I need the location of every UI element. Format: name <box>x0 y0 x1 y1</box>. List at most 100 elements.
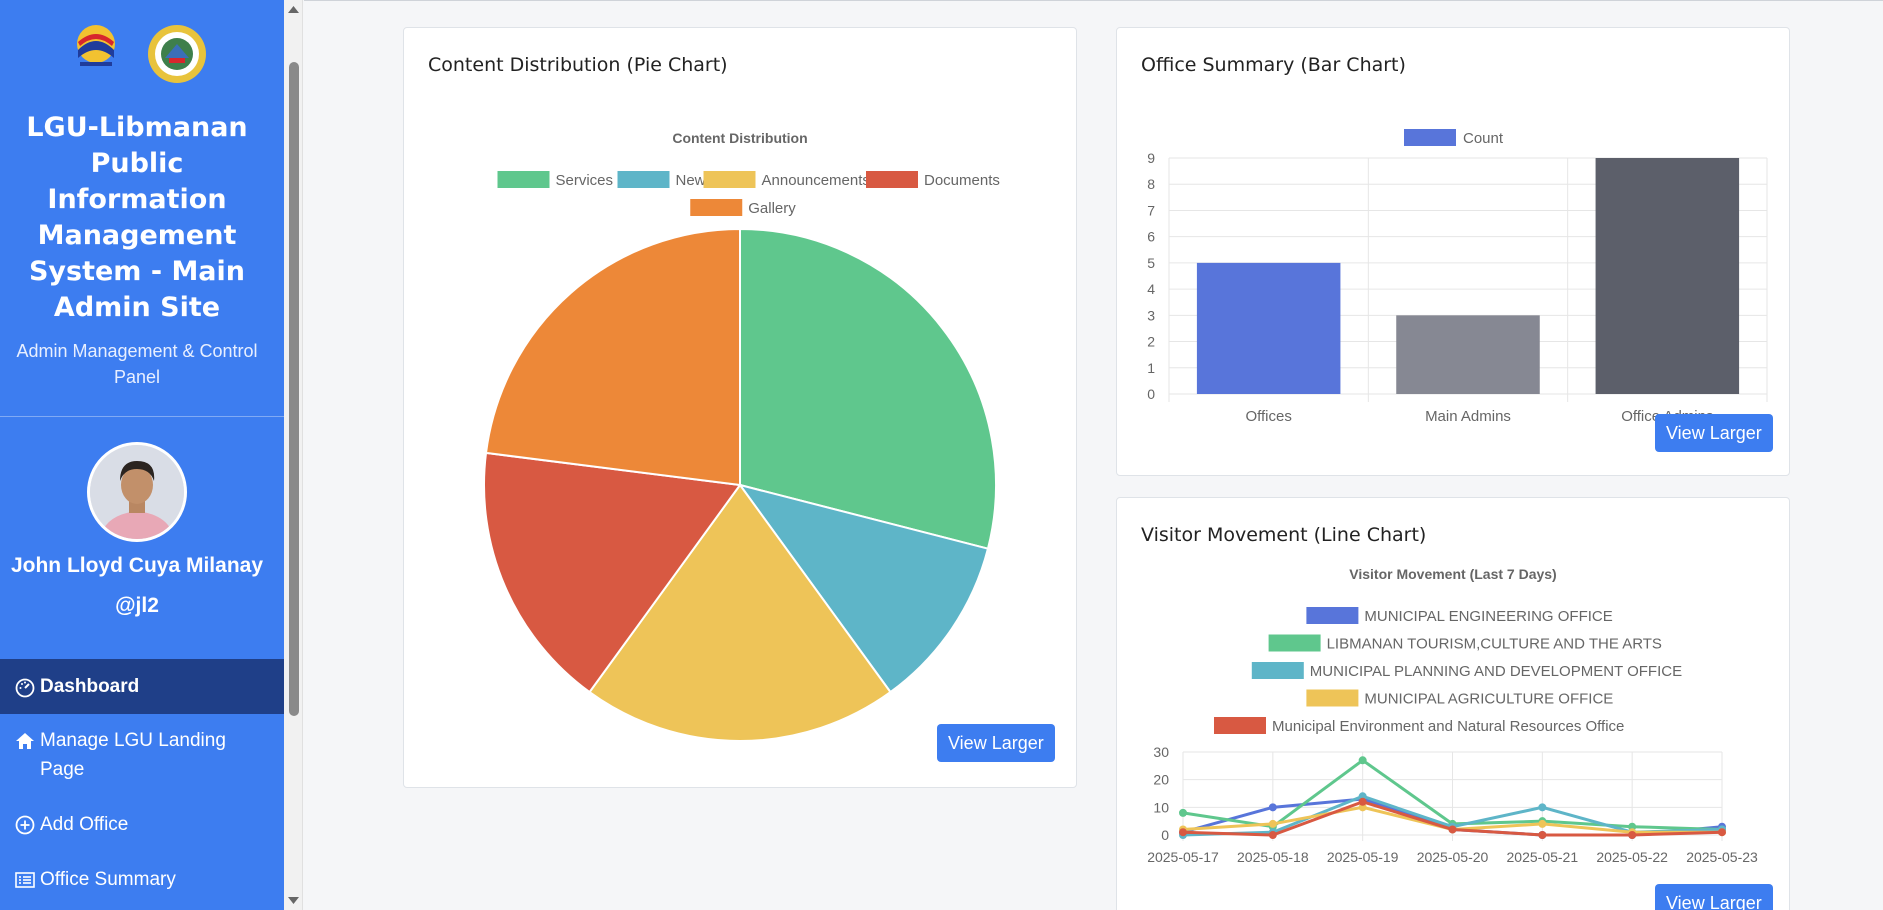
data-point <box>1179 808 1187 817</box>
view-larger-pie-button[interactable]: View Larger <box>937 724 1055 762</box>
bar <box>1196 262 1341 394</box>
scroll-up-arrow-icon[interactable] <box>287 4 300 14</box>
y-tick-label: 0 <box>1147 386 1155 402</box>
y-tick-label: 3 <box>1147 307 1155 323</box>
legend-swatch <box>1306 607 1359 624</box>
scroll-down-arrow-icon[interactable] <box>287 896 300 906</box>
legend-label: Documents <box>924 172 1000 189</box>
legend-swatch <box>1306 689 1359 707</box>
y-tick-label: 9 <box>1147 150 1155 166</box>
y-tick-label: 7 <box>1147 202 1155 218</box>
plus-circle-icon <box>15 815 35 834</box>
sidebar-item-add-office[interactable]: Add Office <box>0 797 284 852</box>
sidebar-item-manage-landing[interactable]: Manage LGU Landing Page <box>0 714 284 797</box>
x-tick-label: Main Admins <box>1425 408 1511 425</box>
card-title: Content Distribution (Pie Chart) <box>428 54 728 76</box>
office-summary-card: Office Summary (Bar Chart) Count 0 1 2 3 4 5 6 7… <box>1116 27 1790 476</box>
data-point <box>1628 831 1637 839</box>
pie-slice <box>484 227 741 487</box>
visitor-movement-card: Visitor Movement (Line Chart) Visitor Mo… <box>1116 497 1790 910</box>
x-tick-label: 2025-05-22 <box>1596 849 1668 865</box>
bagong-pilipinas-logo <box>77 25 115 66</box>
x-tick-label: Offices <box>1245 408 1291 425</box>
pie-chart: Content DistributionServices News Announce… <box>483 130 1000 742</box>
sidebar-nav: Dashboard Manage LGU Landing Page Add Of… <box>0 659 284 907</box>
user-name: John Lloyd Cuya Milanay <box>10 554 264 577</box>
home-icon <box>16 733 34 749</box>
x-tick-label: 2025-05-23 <box>1686 849 1758 865</box>
site-subtitle: Admin Management & Control Panel <box>16 341 258 387</box>
y-tick-label: 30 <box>1153 744 1169 760</box>
x-tick-label: 2025-05-21 <box>1507 849 1579 865</box>
legend-label: MUNICIPAL ENGINEERING OFFICE <box>1364 608 1612 625</box>
legend-swatch <box>497 171 550 188</box>
municipal-seal-logo <box>148 25 206 83</box>
y-tick-label: 5 <box>1147 255 1155 271</box>
data-point <box>1538 803 1547 812</box>
user-handle: @jl2 <box>115 594 159 617</box>
y-tick-label: 8 <box>1147 176 1155 192</box>
line-chart: Visitor Movement (Last 7 Days) MUNICIPAL … <box>1147 568 1758 865</box>
sidebar-item-label: Manage LGU Landing Page <box>40 730 226 780</box>
sidebar: LGU-Libmanan Public Information Manageme… <box>0 0 284 910</box>
chart-title: Visitor Movement (Last 7 Days) <box>1349 568 1556 582</box>
legend-label: Count <box>1463 130 1504 147</box>
legend-label: LIBMANAN TOURISM,CULTURE AND THE ARTS <box>1327 636 1662 653</box>
legend-label: MUNICIPAL AGRICULTURE OFFICE <box>1364 691 1613 708</box>
legend-label: MUNICIPAL PLANNING AND DEVELOPMENT OFFIC… <box>1310 663 1682 680</box>
view-larger-bar-button[interactable]: View Larger <box>1655 414 1773 452</box>
sidebar-divider <box>0 416 284 417</box>
y-tick-label: 1 <box>1147 360 1155 376</box>
content-distribution-card: Content Distribution (Pie Chart) Content… <box>403 27 1077 788</box>
legend-swatch <box>1214 717 1266 734</box>
data-point <box>1538 831 1547 839</box>
avatar <box>87 442 187 542</box>
data-point <box>1358 756 1367 765</box>
data-point <box>1268 803 1277 812</box>
data-point <box>1448 825 1457 834</box>
logo-group <box>0 12 284 83</box>
legend-swatch <box>703 171 756 188</box>
list-icon <box>15 871 35 888</box>
sidebar-item-dashboard[interactable]: Dashboard <box>0 659 284 714</box>
y-tick-label: 2 <box>1147 334 1155 350</box>
sidebar-item-label: Dashboard <box>40 676 140 697</box>
x-tick-label: 2025-05-18 <box>1237 849 1309 865</box>
sidebar-scrollbar[interactable] <box>284 0 303 910</box>
y-tick-label: 10 <box>1153 799 1169 815</box>
y-tick-label: 0 <box>1161 827 1169 843</box>
data-point <box>1538 819 1547 828</box>
sidebar-item-label: Office Summary <box>40 869 176 890</box>
y-tick-label: 4 <box>1147 281 1155 297</box>
x-tick-label: 2025-05-20 <box>1417 849 1489 865</box>
x-tick-label: 2025-05-19 <box>1327 849 1399 865</box>
data-point <box>1268 819 1277 828</box>
card-title: Visitor Movement (Line Chart) <box>1141 524 1427 546</box>
legend-label: Gallery <box>748 200 796 217</box>
data-point <box>1179 828 1187 837</box>
site-title: LGU-Libmanan Public Information Manageme… <box>26 112 248 323</box>
bar <box>1396 315 1540 394</box>
legend-swatch <box>690 199 743 216</box>
legend-swatch <box>1251 662 1304 679</box>
legend-swatch <box>617 171 670 188</box>
data-point <box>1268 831 1277 839</box>
y-tick-label: 20 <box>1153 772 1169 788</box>
sidebar-item-label: Add Office <box>40 814 129 835</box>
scrollbar-thumb[interactable] <box>289 62 299 716</box>
data-point <box>1718 828 1726 837</box>
user-photo <box>90 445 184 539</box>
legend-swatch <box>866 171 918 188</box>
y-tick-label: 6 <box>1147 229 1155 245</box>
legend-swatch <box>1404 129 1456 146</box>
data-point <box>1358 797 1367 806</box>
bar-chart: Count0123456789Offices Main Admins Office … <box>1147 129 1768 425</box>
legend-label: Services <box>556 172 614 189</box>
sidebar-item-office-summary[interactable]: Office Summary <box>0 852 284 907</box>
legend-swatch <box>1268 634 1321 652</box>
legend-label: Announcements <box>762 172 870 189</box>
chart-title: Content Distribution <box>672 130 807 146</box>
legend-label: Municipal Environment and Natural Resour… <box>1272 718 1624 735</box>
card-title: Office Summary (Bar Chart) <box>1141 54 1406 76</box>
view-larger-line-button[interactable]: View Larger <box>1655 884 1773 910</box>
